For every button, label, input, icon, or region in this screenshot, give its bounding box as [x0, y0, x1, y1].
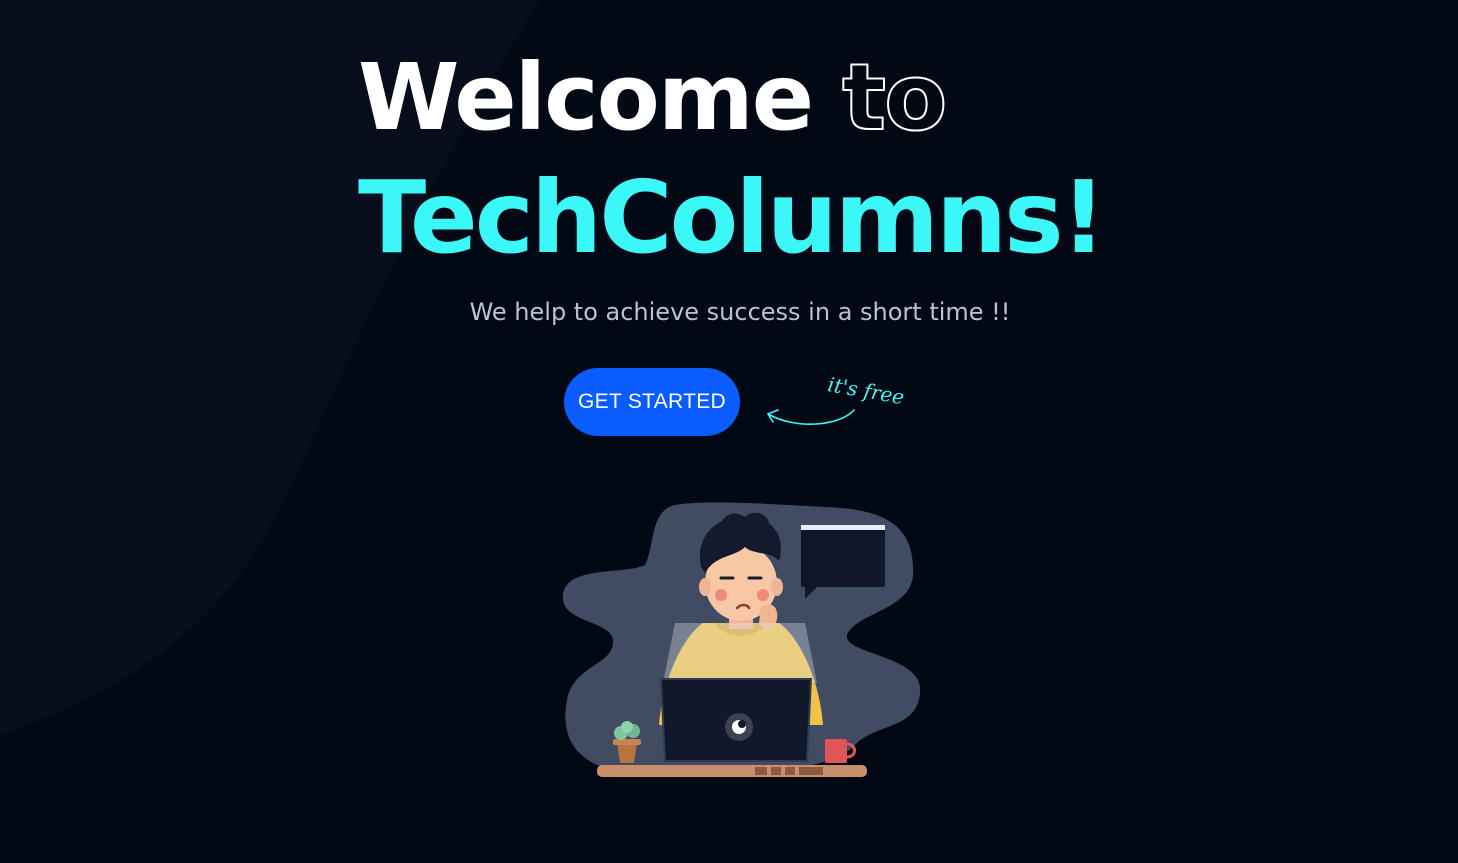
person-at-laptop-illustration	[562, 502, 921, 777]
hero-subtitle: We help to achieve success in a short ti…	[469, 298, 1011, 326]
hero-title: Welcome to TechColumns!	[358, 51, 1106, 276]
free-note: it's free	[760, 366, 930, 436]
hero-title-line1: Welcome to	[358, 51, 1103, 145]
get-started-button[interactable]: GET STARTED	[564, 368, 740, 436]
title-brand: TechColumns!	[358, 159, 1106, 276]
title-to: to	[841, 44, 948, 151]
landing-page: Welcome to TechColumns! We help to achie…	[0, 0, 1458, 863]
title-welcome: Welcome	[358, 44, 814, 151]
